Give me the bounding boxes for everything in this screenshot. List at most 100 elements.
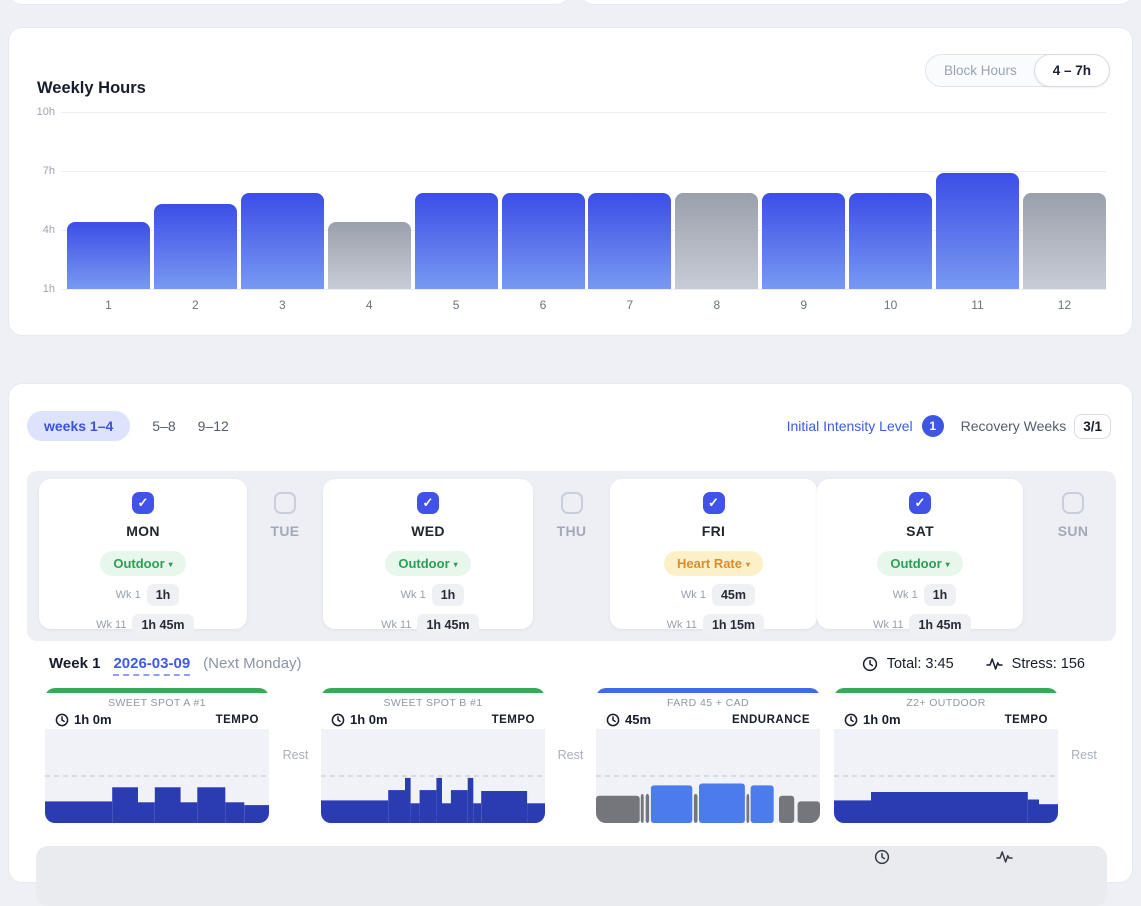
chart-xtick-label: 3 xyxy=(241,298,324,312)
day-mode-label: Outdoor xyxy=(113,556,164,571)
day-checkbox-tue[interactable] xyxy=(274,492,296,514)
day-checkbox-sat[interactable]: ✓ xyxy=(909,492,931,514)
clock-icon xyxy=(606,713,620,727)
day-card-mon[interactable]: ✓MONOutdoor▾Wk 11hWk 111h 45m xyxy=(39,479,247,629)
week1-workout-row: SWEET SPOT A #11h 0mTEMPORestSWEET SPOT … xyxy=(45,688,1115,823)
chart-ytick-label: 1h xyxy=(25,283,55,295)
day-checkbox-wed[interactable]: ✓ xyxy=(417,492,439,514)
chevron-down-icon: ▾ xyxy=(946,560,950,569)
day-wk1-value: 1h xyxy=(147,584,180,606)
day-mode-label: Heart Rate xyxy=(677,556,742,571)
chart-xtick-label: 11 xyxy=(936,298,1019,312)
previous-card-left xyxy=(8,0,570,5)
weekly-bar-12 xyxy=(1023,193,1106,289)
chart-gridline xyxy=(61,171,1106,172)
clock-icon xyxy=(844,713,858,727)
day-wk1-label: Wk 1 xyxy=(672,589,706,601)
workout-type: TEMPO xyxy=(492,714,535,726)
recovery-weeks-value[interactable]: 3/1 xyxy=(1074,414,1111,439)
day-checkbox-fri[interactable]: ✓ xyxy=(703,492,725,514)
weekly-bar-2 xyxy=(154,204,237,289)
workout-meta: 1h 0mTEMPO xyxy=(844,712,1048,727)
day-card-fri[interactable]: ✓FRIHeart Rate▾Wk 145mWk 111h 15m xyxy=(610,479,817,629)
workout-accent-bar xyxy=(596,688,820,693)
day-wk11-row: Wk 111h 45m xyxy=(39,614,247,636)
day-label-fri: FRI xyxy=(610,523,817,539)
weekly-hours-card: Weekly Hours Block Hours 4 – 7h 10h7h4h1… xyxy=(8,27,1133,336)
week1-stats: Total: 3:45 Stress: 156 xyxy=(862,656,1085,672)
clock-icon xyxy=(874,849,890,865)
day-mode-dropdown-mon[interactable]: Outdoor▾ xyxy=(100,551,185,576)
recovery-weeks-label: Recovery Weeks xyxy=(961,418,1067,434)
workout-card-fard-45-cad[interactable]: FARD 45 + CAD45mENDURANCE xyxy=(596,688,820,823)
week1-total: Total: 3:45 xyxy=(887,656,954,672)
chart-ytick-label: 7h xyxy=(25,165,55,177)
day-wk1-row: Wk 1 45m xyxy=(610,584,817,606)
previous-card-right xyxy=(580,0,1133,5)
workout-card-sweet-spot-a-1[interactable]: SWEET SPOT A #11h 0mTEMPO xyxy=(45,688,269,823)
block-hours-toggle-option[interactable]: Block Hours xyxy=(926,55,1035,86)
hours-mode-toggle[interactable]: Block Hours 4 – 7h xyxy=(925,54,1110,87)
weekly-bar-7 xyxy=(588,193,671,289)
next-week-collapsed-row[interactable] xyxy=(36,846,1107,906)
hours-range-toggle-option[interactable]: 4 – 7h xyxy=(1034,54,1110,87)
tab-weeks-1-4[interactable]: weeks 1–4 xyxy=(27,411,130,441)
chart-gridline xyxy=(61,289,1106,290)
plan-meta-row: Initial Intensity Level 1 Recovery Weeks… xyxy=(787,410,1111,442)
day-wk11-row: Wk 111h 45m xyxy=(323,614,533,636)
weekly-bar-3 xyxy=(241,193,324,289)
chart-xtick-label: 7 xyxy=(588,298,671,312)
day-checkbox-thu[interactable] xyxy=(561,492,583,514)
day-wk1-value: 1h xyxy=(924,584,957,606)
day-wk11-label: Wk 11 xyxy=(663,619,697,631)
day-column-sun: SUN xyxy=(1030,479,1116,629)
weekly-bar-10 xyxy=(849,193,932,289)
day-card-wed[interactable]: ✓WEDOutdoor▾Wk 11hWk 111h 45m xyxy=(323,479,533,629)
workout-card-sweet-spot-b-1[interactable]: SWEET SPOT B #1 1h 0mTEMPO xyxy=(321,688,545,823)
workout-name: SWEET SPOT B #1 xyxy=(321,697,545,709)
workout-profile-graph xyxy=(45,729,269,823)
day-mode-dropdown-fri[interactable]: Heart Rate▾ xyxy=(664,551,763,576)
day-mode-dropdown-sat[interactable]: Outdoor▾ xyxy=(877,551,962,576)
weekly-bar-11 xyxy=(936,173,1019,289)
chart-xtick-label: 12 xyxy=(1023,298,1106,312)
intensity-level-badge: 1 xyxy=(922,415,944,437)
day-label-thu: THU xyxy=(533,523,610,539)
initial-intensity-link[interactable]: Initial Intensity Level xyxy=(787,418,913,434)
tab-9-12[interactable]: 9–12 xyxy=(198,418,229,434)
chart-xtick-label: 6 xyxy=(502,298,585,312)
day-card-sat[interactable]: ✓SATOutdoor▾Wk 11hWk 111h 45m xyxy=(817,479,1023,629)
clock-icon xyxy=(331,713,345,727)
plan-card: weeks 1–4 5–8 9–12 Initial Intensity Level… xyxy=(8,383,1133,883)
workout-accent-bar xyxy=(834,688,1058,693)
day-wk11-label: Wk 11 xyxy=(377,619,411,631)
day-wk1-label: Wk 1 xyxy=(107,589,141,601)
chart-xtick-label: 10 xyxy=(849,298,932,312)
weeks-tabs: weeks 1–4 5–8 9–12 xyxy=(27,410,229,442)
rest-day-label: Rest xyxy=(545,748,596,762)
chart-ytick-label: 4h xyxy=(25,224,55,236)
workout-profile xyxy=(45,729,269,823)
chevron-down-icon: ▾ xyxy=(454,560,458,569)
workout-meta: 1h 0mTEMPO xyxy=(331,712,535,727)
day-checkbox-sun[interactable] xyxy=(1062,492,1084,514)
weekly-bar-5 xyxy=(415,193,498,289)
week1-header: Week 1 2026-03-09 (Next Monday) xyxy=(49,655,302,676)
day-mode-dropdown-wed[interactable]: Outdoor▾ xyxy=(385,551,470,576)
workout-profile xyxy=(596,729,820,823)
workout-profile-graph xyxy=(321,729,545,823)
week1-start-date-link[interactable]: 2026-03-09 xyxy=(113,655,190,676)
workout-meta: 45mENDURANCE xyxy=(606,712,810,727)
clock-icon xyxy=(55,713,69,727)
day-wk1-value: 45m xyxy=(712,584,755,606)
chart-ytick-label: 10h xyxy=(25,106,55,118)
day-wk11-label: Wk 11 xyxy=(869,619,903,631)
day-checkbox-mon[interactable]: ✓ xyxy=(132,492,154,514)
day-label-mon: MON xyxy=(39,523,247,539)
tab-5-8[interactable]: 5–8 xyxy=(152,418,175,434)
workout-profile xyxy=(321,729,545,823)
day-label-sun: SUN xyxy=(1030,523,1116,539)
workout-card-z2-outdoor[interactable]: Z2+ OUTDOOR1h 0mTEMPO xyxy=(834,688,1058,823)
rest-day-label: Rest xyxy=(1059,748,1109,762)
workout-type: TEMPO xyxy=(1005,714,1048,726)
